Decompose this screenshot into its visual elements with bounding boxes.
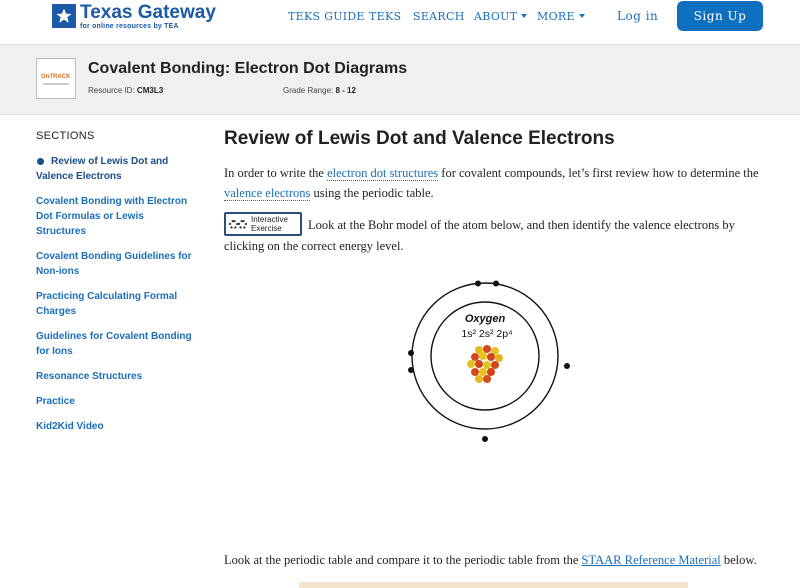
paragraph-text: Look at the Bohr model of the atom below… xyxy=(308,218,735,232)
grade-range-value: 8 - 12 xyxy=(335,86,356,95)
sidebar-item-resonance-structures[interactable]: Resonance Structures xyxy=(36,369,206,384)
grade-range: Grade Range: 8 - 12 xyxy=(283,86,356,95)
periodic-table-paragraph: Look at the periodic table and compare i… xyxy=(224,550,769,570)
texas-gateway-logo[interactable]: Texas Gateway for online resources by TE… xyxy=(44,2,224,34)
ie-line-1: Interactive xyxy=(251,215,288,224)
valence-electrons-link[interactable]: valence electrons xyxy=(224,186,311,201)
sidebar-item-guidelines-ions[interactable]: Guidelines for Covalent Bonding for Ions xyxy=(36,329,206,359)
paragraph-text: using the periodic table. xyxy=(310,186,434,200)
sidebar-item-kid2kid-video[interactable]: Kid2Kid Video xyxy=(36,419,206,434)
logo-title: Texas Gateway xyxy=(80,2,216,23)
bohr-model-oxygen: Oxygen 1s² 2s² 2p⁴ xyxy=(405,280,575,442)
sections-title: SECTIONS xyxy=(36,130,95,142)
electron-dot-structures-link[interactable]: electron dot structures xyxy=(327,166,439,181)
sidebar-item-label: Kid2Kid Video xyxy=(36,421,104,432)
sidebar-item-formal-charges[interactable]: Practicing Calculating Formal Charges xyxy=(36,289,206,319)
sidebar-item-label: Non-ions xyxy=(36,266,80,277)
ie-line-2: Exercise xyxy=(251,224,282,233)
login-link[interactable]: Log in xyxy=(617,9,658,23)
resource-header: OnTRACK Covalent Bonding: Electron Dot D… xyxy=(0,44,800,115)
resource-id-label: Resource ID: xyxy=(88,86,135,95)
sidebar-item-label: Review of Lewis Dot and xyxy=(51,156,169,167)
nav-about[interactable]: ABOUT xyxy=(474,10,528,23)
nav-teks-guide[interactable]: TEKS GUIDE xyxy=(288,10,365,23)
sidebar-item-label: Valence Electrons xyxy=(36,171,122,182)
sidebar-item-label: Covalent Bonding Guidelines for xyxy=(36,251,192,262)
gear-icon xyxy=(238,220,247,229)
nav-more[interactable]: MORE xyxy=(537,10,585,23)
sidebar-item-label: for Ions xyxy=(36,346,73,357)
paragraph-text: In order to write the xyxy=(224,166,328,180)
ontrack-logo: OnTRACK xyxy=(36,58,76,99)
electron xyxy=(475,280,481,287)
grade-range-label: Grade Range: xyxy=(283,86,334,95)
logo-underline xyxy=(43,83,69,85)
resource-id: Resource ID: CM3L3 xyxy=(88,86,163,95)
electron xyxy=(493,280,499,287)
sidebar-item-review-lewis-dot[interactable]: Review of Lewis Dot and Valence Electron… xyxy=(36,154,206,184)
interactive-exercise-label: Interactive Exercise xyxy=(251,215,288,233)
sidebar-item-label: Practice xyxy=(36,396,75,407)
paragraph-text: below. xyxy=(720,553,757,567)
chevron-down-icon xyxy=(578,14,585,18)
intro-paragraph: In order to write the electron dot struc… xyxy=(224,163,769,203)
resource-title: Covalent Bonding: Electron Dot Diagrams xyxy=(88,60,408,77)
staar-reference-link[interactable]: STAAR Reference Material xyxy=(582,553,721,567)
sidebar-item-practice[interactable]: Practice xyxy=(36,394,206,409)
nav-search[interactable]: SEARCH xyxy=(413,10,465,23)
paragraph-text: clicking on the correct energy level. xyxy=(224,239,404,253)
signup-button[interactable]: Sign Up xyxy=(677,1,763,31)
electron xyxy=(564,363,570,369)
atom-name: Oxygen xyxy=(465,313,506,325)
electron xyxy=(408,350,414,356)
exercise-paragraph: Interactive Exercise Look at the Bohr mod… xyxy=(224,212,769,256)
periodic-table-image-top xyxy=(299,582,688,588)
electron-configuration: 1s² 2s² 2p⁴ xyxy=(461,328,512,340)
electron xyxy=(408,367,414,373)
sidebar-item-label: Guidelines for Covalent Bonding xyxy=(36,331,192,342)
logo-subtitle: for online resources by TEA xyxy=(80,23,179,30)
nav-teks[interactable]: TEKS xyxy=(369,10,401,23)
paragraph-text: for covalent compounds, let’s first revi… xyxy=(438,166,759,180)
nucleus xyxy=(467,345,503,383)
paragraph-text: Look at the periodic table and compare i… xyxy=(224,553,582,567)
sidebar-item-label: Structures xyxy=(36,226,87,237)
electron xyxy=(482,436,488,442)
resource-id-value: CM3L3 xyxy=(136,86,164,95)
sidebar-item-guidelines-non-ions[interactable]: Covalent Bonding Guidelines for Non-ions xyxy=(36,249,206,279)
interactive-exercise-badge: Interactive Exercise xyxy=(224,212,302,236)
sidebar-item-label: Dot Formulas or Lewis xyxy=(36,211,144,222)
sidebar-item-label: Resonance Structures xyxy=(36,371,143,382)
chevron-down-icon xyxy=(521,14,528,18)
sidebar-item-label: Covalent Bonding with Electron xyxy=(36,196,188,207)
sidebar-item-label: Charges xyxy=(36,306,77,317)
gear-icon xyxy=(229,220,238,229)
sidebar-item-label: Practicing Calculating Formal xyxy=(36,291,178,302)
section-heading: Review of Lewis Dot and Valence Electron… xyxy=(224,128,615,149)
top-navigation: Texas Gateway for online resources by TE… xyxy=(0,0,800,44)
ontrack-logo-text: OnTRACK xyxy=(41,74,71,80)
sidebar-item-covalent-bonding-dot-formulas[interactable]: Covalent Bonding with Electron Dot Formu… xyxy=(36,194,206,239)
active-bullet-icon xyxy=(37,158,44,165)
star-icon xyxy=(52,4,76,28)
